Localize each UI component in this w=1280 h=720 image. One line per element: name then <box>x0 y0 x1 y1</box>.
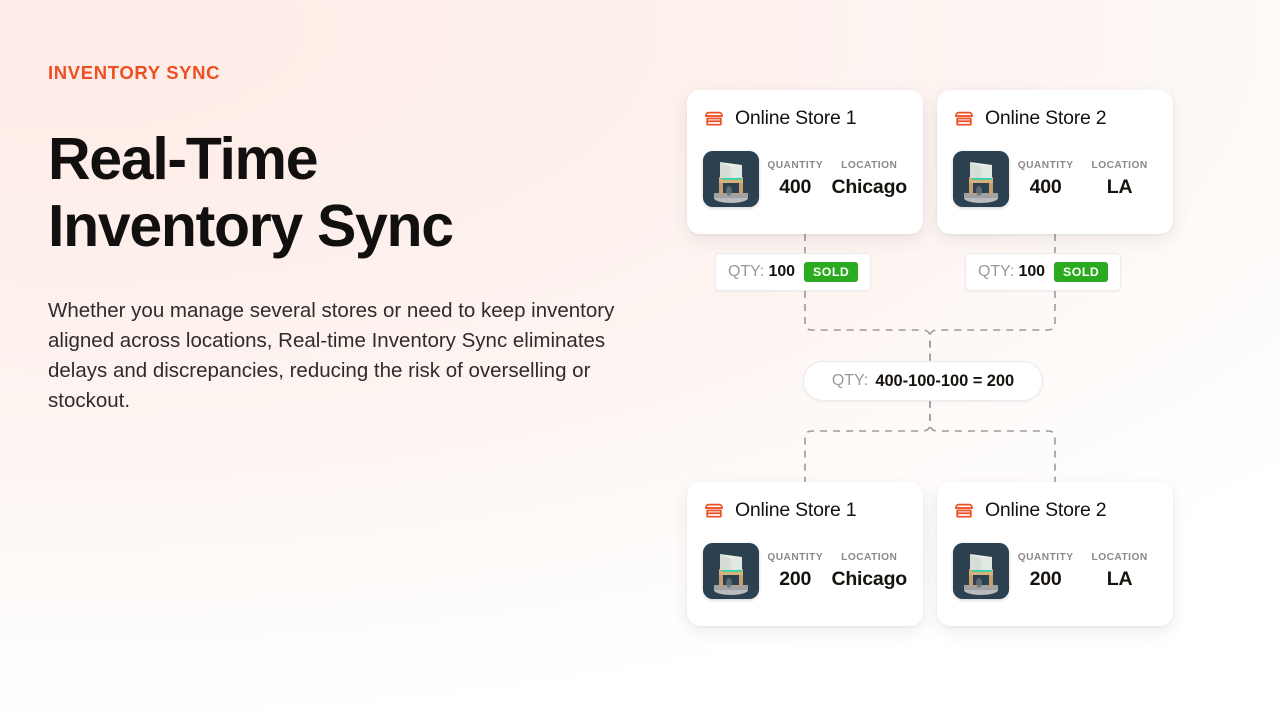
quantity-label: QUANTITY <box>1017 159 1074 171</box>
quantity-value: 200 <box>779 567 812 590</box>
location-value: LA <box>1106 175 1133 198</box>
formula-label: QTY: <box>831 372 869 389</box>
location-stat: LOCATION LA <box>1082 160 1157 199</box>
connector-left-to-center <box>804 291 931 361</box>
store-card-title: Online Store 2 <box>985 499 1107 522</box>
location-label: LOCATION <box>841 159 898 171</box>
inventory-sync-diagram: Online Store 1 QUANTITY 400 LOCATION Chi… <box>670 80 1190 650</box>
storefront-icon <box>953 108 975 130</box>
quantity-formula-pill[interactable]: QTY: 400-100-100 = 200 <box>803 361 1043 401</box>
connector-center-to-bottom-right <box>929 401 1056 482</box>
store-card-header: Online Store 2 <box>953 106 1157 132</box>
quantity-value: 400 <box>779 175 812 198</box>
store-card-bottom-right[interactable]: Online Store 2 QUANTITY 200 LOCATION LA <box>937 482 1173 626</box>
quantity-label: QUANTITY <box>1017 551 1074 563</box>
store-card-header: Online Store 1 <box>703 106 907 132</box>
location-label: LOCATION <box>841 551 898 563</box>
armchair-product-thumbnail <box>703 151 759 207</box>
sold-qty-text: QTY: 100 <box>978 263 1045 281</box>
location-label: LOCATION <box>1091 159 1148 171</box>
store-card-header: Online Store 2 <box>953 498 1157 524</box>
quantity-value: 200 <box>1029 567 1062 590</box>
connector-right-to-center <box>929 291 1056 361</box>
store-card-top-right[interactable]: Online Store 2 QUANTITY 400 LOCATION LA <box>937 90 1173 234</box>
quantity-stat: QUANTITY 400 <box>759 160 831 199</box>
location-label: LOCATION <box>1091 551 1148 563</box>
page-title: Real-Time Inventory Sync <box>48 126 658 259</box>
storefront-icon <box>953 500 975 522</box>
qty-amount: 100 <box>768 263 796 280</box>
quantity-label: QUANTITY <box>767 551 824 563</box>
status-badge: SOLD <box>803 261 859 283</box>
hero-description: Whether you manage several stores or nee… <box>48 298 615 413</box>
quantity-stat: QUANTITY 400 <box>1009 160 1082 199</box>
store-card-bottom-left[interactable]: Online Store 1 QUANTITY 200 LOCATION Chi… <box>687 482 923 626</box>
sold-event-right[interactable]: QTY: 100 SOLD <box>965 253 1122 291</box>
store-card-title: Online Store 2 <box>985 107 1107 130</box>
page-title-line-2: Inventory Sync <box>48 192 454 259</box>
location-value: Chicago <box>831 175 907 198</box>
location-value: LA <box>1106 567 1133 590</box>
formula-expression: 400-100-100 = 200 <box>875 371 1015 390</box>
store-card-top-left[interactable]: Online Store 1 QUANTITY 400 LOCATION Chi… <box>687 90 923 234</box>
store-card-body: QUANTITY 400 LOCATION LA <box>953 151 1157 207</box>
store-card-title: Online Store 1 <box>735 107 857 130</box>
page-title-line-1: Real-Time <box>48 126 319 193</box>
eyebrow-label: INVENTORY SYNC <box>48 62 221 83</box>
quantity-value: 400 <box>1029 175 1062 198</box>
armchair-product-thumbnail <box>953 543 1009 599</box>
store-card-body: QUANTITY 200 LOCATION LA <box>953 543 1157 599</box>
qty-amount: 100 <box>1018 263 1046 280</box>
qty-prefix-label: QTY: <box>978 263 1015 280</box>
storefront-icon <box>703 108 725 130</box>
qty-prefix-label: QTY: <box>728 263 765 280</box>
status-badge: SOLD <box>1053 261 1109 283</box>
armchair-product-thumbnail <box>953 151 1009 207</box>
quantity-stat: QUANTITY 200 <box>759 552 831 591</box>
store-card-body: QUANTITY 200 LOCATION Chicago <box>703 543 907 599</box>
store-card-body: QUANTITY 400 LOCATION Chicago <box>703 151 907 207</box>
location-stat: LOCATION LA <box>1082 552 1157 591</box>
location-stat: LOCATION Chicago <box>831 160 907 199</box>
sold-event-left[interactable]: QTY: 100 SOLD <box>715 253 872 291</box>
location-value: Chicago <box>831 567 907 590</box>
location-stat: LOCATION Chicago <box>831 552 907 591</box>
store-card-header: Online Store 1 <box>703 498 907 524</box>
quantity-label: QUANTITY <box>767 159 824 171</box>
storefront-icon <box>703 500 725 522</box>
slide-canvas: INVENTORY SYNC Real-Time Inventory Sync … <box>0 0 1280 720</box>
quantity-stat: QUANTITY 200 <box>1009 552 1082 591</box>
store-card-title: Online Store 1 <box>735 499 857 522</box>
connector-center-to-bottom-left <box>804 401 931 482</box>
sold-qty-text: QTY: 100 <box>728 263 795 281</box>
hero-text-column: INVENTORY SYNC Real-Time Inventory Sync … <box>48 62 658 417</box>
armchair-product-thumbnail <box>703 543 759 599</box>
